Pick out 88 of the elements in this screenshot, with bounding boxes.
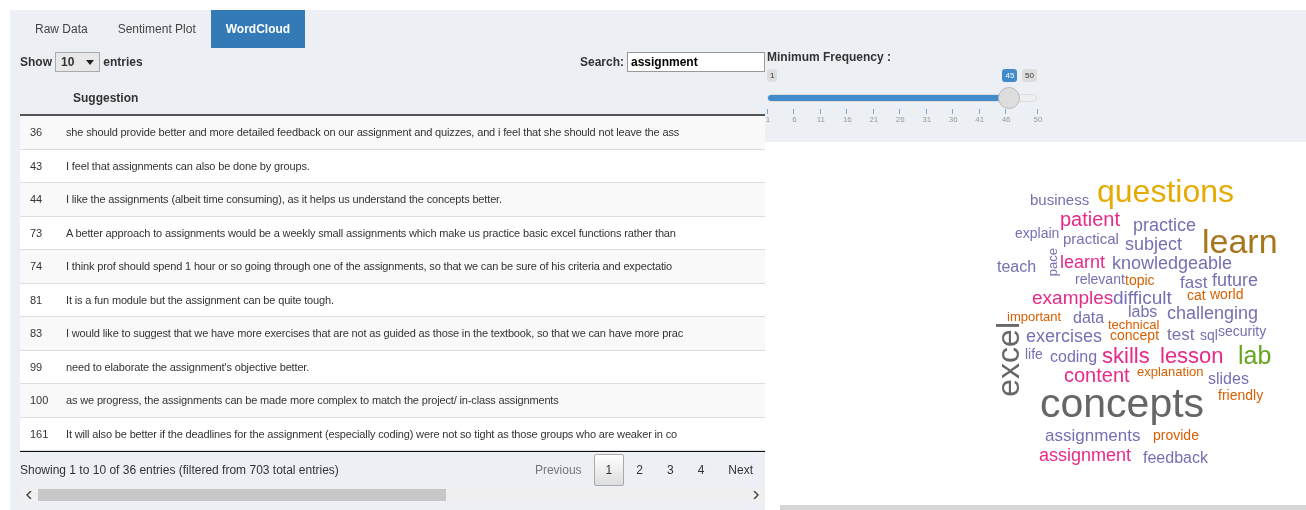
entries-label: entries [103, 55, 143, 69]
table-cell-text: 36 [29, 126, 44, 139]
table-info: Showing 1 to 10 of 36 entries (filtered from 703 total entries) [20, 463, 339, 477]
tick-label: 50 [1032, 115, 1044, 124]
page-button[interactable]: 1 [593, 454, 625, 486]
cloud-word: data [1073, 309, 1105, 327]
cloud-word: relevant [1075, 272, 1125, 288]
cloud-word: explain [1015, 226, 1060, 242]
table-cell: It is a fun module but the assignment can be quite tough. [66, 293, 334, 306]
cloud-word: learnt [1060, 253, 1106, 273]
table-cell: as we progress, the assignments can be made more complex to match the project/ in-class assignments [66, 394, 559, 407]
table-cell-text: 81 [29, 293, 44, 306]
page-button[interactable]: Next [716, 454, 765, 486]
entries-select[interactable]: 10 [55, 52, 101, 72]
cloud-word: topic [1125, 273, 1155, 289]
table-cell: she should provide better and more detailed feedback on our assignment and quizzes, and i feel that she should not leave the ass [66, 126, 680, 139]
slider-max-label: 50 [1022, 69, 1037, 82]
slider-value-badge: 45 [1002, 69, 1018, 82]
tick-label: 11 [815, 115, 827, 124]
table-cell-text: 43 [29, 159, 44, 172]
cloud-word: teach [997, 258, 1037, 276]
column-header[interactable]: Suggestion [66, 90, 139, 105]
tab[interactable]: WordCloud [210, 10, 306, 48]
table-cell-text: 74 [29, 260, 44, 273]
chevron-right-icon[interactable] [753, 491, 759, 499]
cloud-word: sql [1200, 328, 1218, 344]
cloud-word: security [1218, 324, 1267, 340]
cloud-word: important [1007, 309, 1062, 324]
cloud-word: challenging [1167, 304, 1259, 324]
tab[interactable]: Raw Data [20, 10, 103, 48]
chevron-left-icon[interactable] [26, 491, 32, 499]
cloud-word: assignments [1045, 426, 1141, 446]
table-cell-text: 73 [29, 226, 44, 239]
cloud-word: patient [1060, 208, 1121, 230]
horizontal-scrollbar[interactable] [20, 488, 765, 502]
cloud-word: examples [1032, 287, 1114, 309]
cloud-word: pace [1046, 248, 1059, 277]
cloud-word: feedback [1143, 449, 1208, 467]
cloud-word: business [1030, 191, 1090, 209]
show-label: Show [20, 55, 52, 69]
table-cell-text: 44 [29, 193, 44, 206]
cloud-word: provide [1153, 428, 1199, 444]
cloud-word: practical [1063, 230, 1119, 248]
slider-handle[interactable] [998, 87, 1021, 109]
cloud-word: questions [1097, 174, 1234, 210]
tick-label: 26 [894, 115, 906, 124]
cloud-word: life [1025, 347, 1043, 363]
cloud-word: labs [1128, 303, 1158, 321]
cloud-word: friendly [1218, 388, 1264, 404]
table-cell: A better approach to assignments would be a weekly small assignments which make us practice basic excel functions rather than [66, 226, 676, 239]
cloud-word: coding [1050, 348, 1098, 366]
table-cell: I feel that assignments can also be done by groups. [66, 159, 310, 172]
table-cell-text: 83 [29, 327, 44, 340]
cloud-word: world [1210, 287, 1244, 303]
tab[interactable]: Sentiment Plot [102, 10, 211, 48]
table-cell-text: 100 [29, 394, 50, 407]
tick-label: 1 [764, 115, 772, 124]
table-cell: I think prof should spend 1 hour or so going through one of the assignments, so that we can be sure of his criteria and expectatio [66, 260, 673, 273]
search-field[interactable]: assignment [627, 52, 765, 72]
page-button[interactable]: 2 [624, 454, 655, 486]
table-cell-text: 99 [29, 360, 44, 373]
table-cell: I like the assignments (albeit time consuming), as it helps us understand the concepts better. [66, 193, 502, 206]
tick-label: 31 [921, 115, 933, 124]
tick-label: 41 [974, 115, 986, 124]
slider-label: Minimum Frequency : [767, 50, 892, 64]
slider-min-label: 1 [767, 69, 778, 82]
page-button[interactable]: 3 [654, 454, 686, 486]
page-button[interactable]: 4 [685, 454, 717, 486]
table-cell: need to elaborate the assignment's objective better. [66, 360, 310, 373]
cloud-word: practice [1133, 216, 1197, 236]
tick-label: 6 [791, 115, 798, 124]
tick-label: 21 [868, 115, 880, 124]
cloud-word: lab [1238, 342, 1272, 370]
tick-label: 46 [1000, 115, 1012, 124]
table-cell: I would like to suggest that we have more exercises that are not as guided as those in the textbook, so that we can have more prac [66, 327, 684, 340]
search-label: Search: [579, 55, 624, 69]
cloud-word: subject [1125, 235, 1183, 255]
table-cell: It will also be better if the deadlines for the assignment (especially coding) were not so tight as those groups who are weaker in co [66, 427, 678, 440]
cloud-word: assignment [1039, 446, 1132, 466]
tick-label: 16 [841, 115, 853, 124]
cloud-word: slides [1208, 370, 1249, 388]
cloud-word: concept [1110, 328, 1160, 344]
table-cell-text: 161 [29, 427, 50, 440]
cloud-word: exercises [1026, 327, 1103, 347]
cloud-word: test [1167, 325, 1195, 345]
slider-track[interactable] [767, 94, 1037, 102]
tick-label: 36 [947, 115, 959, 124]
caret-icon [86, 59, 95, 65]
